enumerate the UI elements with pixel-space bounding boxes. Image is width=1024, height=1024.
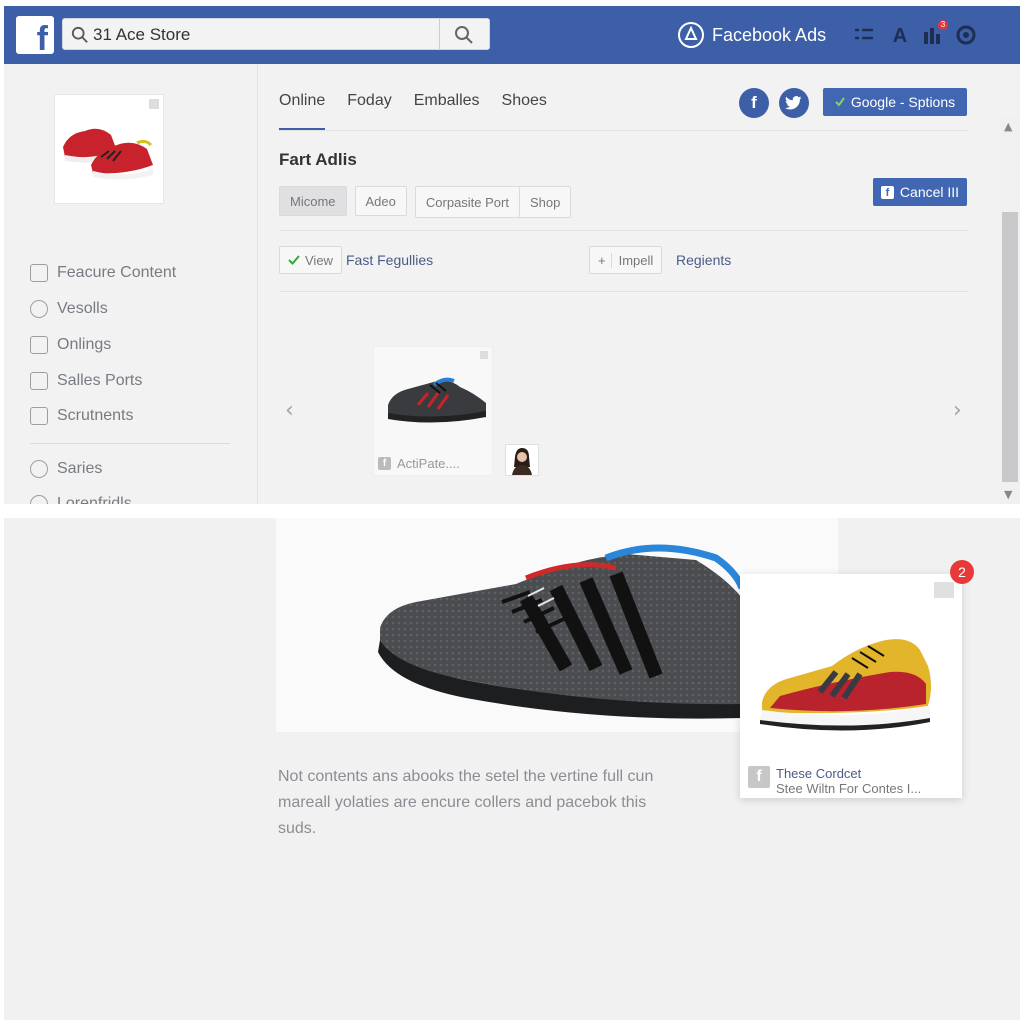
facebook-logo-icon[interactable]: f [16,16,54,56]
section-title: Fart Adlis [279,150,357,169]
popup-badge: 2 [950,560,974,584]
text-format-icon[interactable]: A [888,24,912,48]
tab-divider [279,130,969,131]
store-icon [30,264,48,282]
check-icon [288,255,300,265]
sidebar-item-saries[interactable]: Saries [30,457,102,481]
description-text: Not contents ans abooks the setel the ve… [278,768,654,837]
product-card[interactable]: f ActiPate.... [373,346,493,476]
chart-icon [30,372,48,390]
sidebar-item-label: Salles Ports [57,372,143,389]
sidebar-item-scrutnents[interactable]: Scrutnents [30,404,133,428]
divider [279,230,969,231]
card-caption: f ActiPate.... [378,456,460,471]
twitter-share-icon[interactable] [779,88,809,118]
carousel-prev-icon[interactable]: ‹ [285,398,294,423]
globe-icon [30,495,48,504]
sidebar-item-lorenfridls[interactable]: Lorenfridls [30,492,132,504]
sidebar-item-onlings[interactable]: Onlings [30,333,111,357]
sidebar-item-label: Scrutnents [57,407,134,424]
chip-shop[interactable]: Shop [519,187,571,217]
chip-adeo[interactable]: Adeo [354,186,407,216]
regients-link[interactable]: Regients [676,252,731,268]
puzzle-icon [30,407,48,425]
search-button[interactable] [439,19,489,49]
menu-list-icon[interactable] [852,24,876,48]
view-button[interactable]: View [279,246,342,274]
sidebar-divider [30,443,230,444]
lower-panel: Not contents ans abooks the setel the ve… [4,518,1020,1020]
compass-icon[interactable] [954,24,978,48]
product-popup-card[interactable]: 2 f These Cordcet Stee Wiltn For Contes … [740,560,974,798]
check-icon [835,97,845,107]
ads-label: Facebook Ads [712,24,827,45]
tab-shoes[interactable]: Shoes [502,92,547,130]
sidebar-item-label: Saries [57,460,103,477]
sidebar-item-label: Onlings [57,336,112,353]
search-box[interactable] [62,18,490,50]
cancel-button[interactable]: f Cancel III [873,178,967,206]
card-caption-text: ActiPate.... [397,456,460,471]
chip-group: Corpasite Port Shop [414,186,572,218]
sidebar-item-vesolls[interactable]: Vesolls [30,297,108,321]
clock-icon [30,460,48,478]
search-icon [455,26,473,44]
sidebar-item-label: Lorenfridls [57,495,132,504]
carousel-next-icon[interactable]: › [953,398,962,423]
sidebar-item-label: Feacure Content [57,264,177,281]
sidebar-item-salles-ports[interactable]: Salles Ports [30,369,142,393]
facebook-icon: f [880,185,894,199]
sidebar-item-label: Vesolls [57,300,108,317]
scroll-up-icon[interactable]: ▲ [1004,120,1012,133]
cancel-label: Cancel III [899,184,960,200]
notification-badge: 3 [938,20,948,30]
facebook-share-icon[interactable]: f [739,88,769,118]
tab-foday[interactable]: Foday [347,92,391,130]
plus-icon: + [598,252,606,268]
scroll-down-icon[interactable]: ▼ [1004,488,1012,501]
impell-button[interactable]: + Impell [589,246,663,274]
search-input[interactable] [93,23,423,47]
upper-panel: Feacure Content Vesolls Onlings Salles P… [4,64,1020,504]
sneaker-image [388,377,486,423]
tab-emballes[interactable]: Emballes [414,92,480,130]
tab-online[interactable]: Online [279,92,326,130]
image-tag-icon [149,99,159,109]
sidebar: Feacure Content Vesolls Onlings Salles P… [4,64,258,504]
avatar[interactable] [505,444,539,476]
target-icon [30,300,48,318]
google-options-button[interactable]: Google - Sptions [823,88,967,116]
filter-chips: Micome Adeo Corpasite Port Shop [279,186,572,218]
divider [279,291,969,292]
facebook-ads-link[interactable]: Facebook Ads [678,20,826,50]
main-content: Online Foday Emballes Shoes f Google - S… [259,64,999,504]
popup-tag-icon [934,582,954,598]
view-label: View [305,252,333,268]
card-tag-icon [480,351,488,359]
yellow-sneaker-image [760,639,931,731]
impell-label: Impell [610,252,653,268]
sidebar-item-feature-content[interactable]: Feacure Content [30,261,176,285]
chip-corpasite-port[interactable]: Corpasite Port [415,187,520,217]
popup-subtitle: Stee Wiltn For Contes I... [776,781,922,796]
ads-logo-icon [678,22,704,48]
fast-fegullies-link[interactable]: Fast Fegullies [346,252,433,268]
popup-title[interactable]: These Cordcet [776,766,921,781]
popup-caption: f These Cordcet Stee Wiltn For Contes I.… [748,766,921,796]
top-navbar: f Facebook Ads A 3 [4,6,1020,64]
scrollbar-thumb[interactable] [1002,212,1018,482]
google-options-label: Google - Sptions [850,94,956,110]
store-profile-image[interactable] [54,94,164,204]
facebook-icon: f [378,457,391,470]
card-icon [30,336,48,354]
search-icon [71,26,88,43]
facebook-icon: f [748,766,770,788]
filter-row: View Fast Fegullies + Impell Regients [279,246,969,276]
vertical-scrollbar[interactable]: ▲ ▼ [1000,118,1020,504]
chip-micome[interactable]: Micome [279,186,347,216]
tab-bar: Online Foday Emballes Shoes [279,92,547,130]
